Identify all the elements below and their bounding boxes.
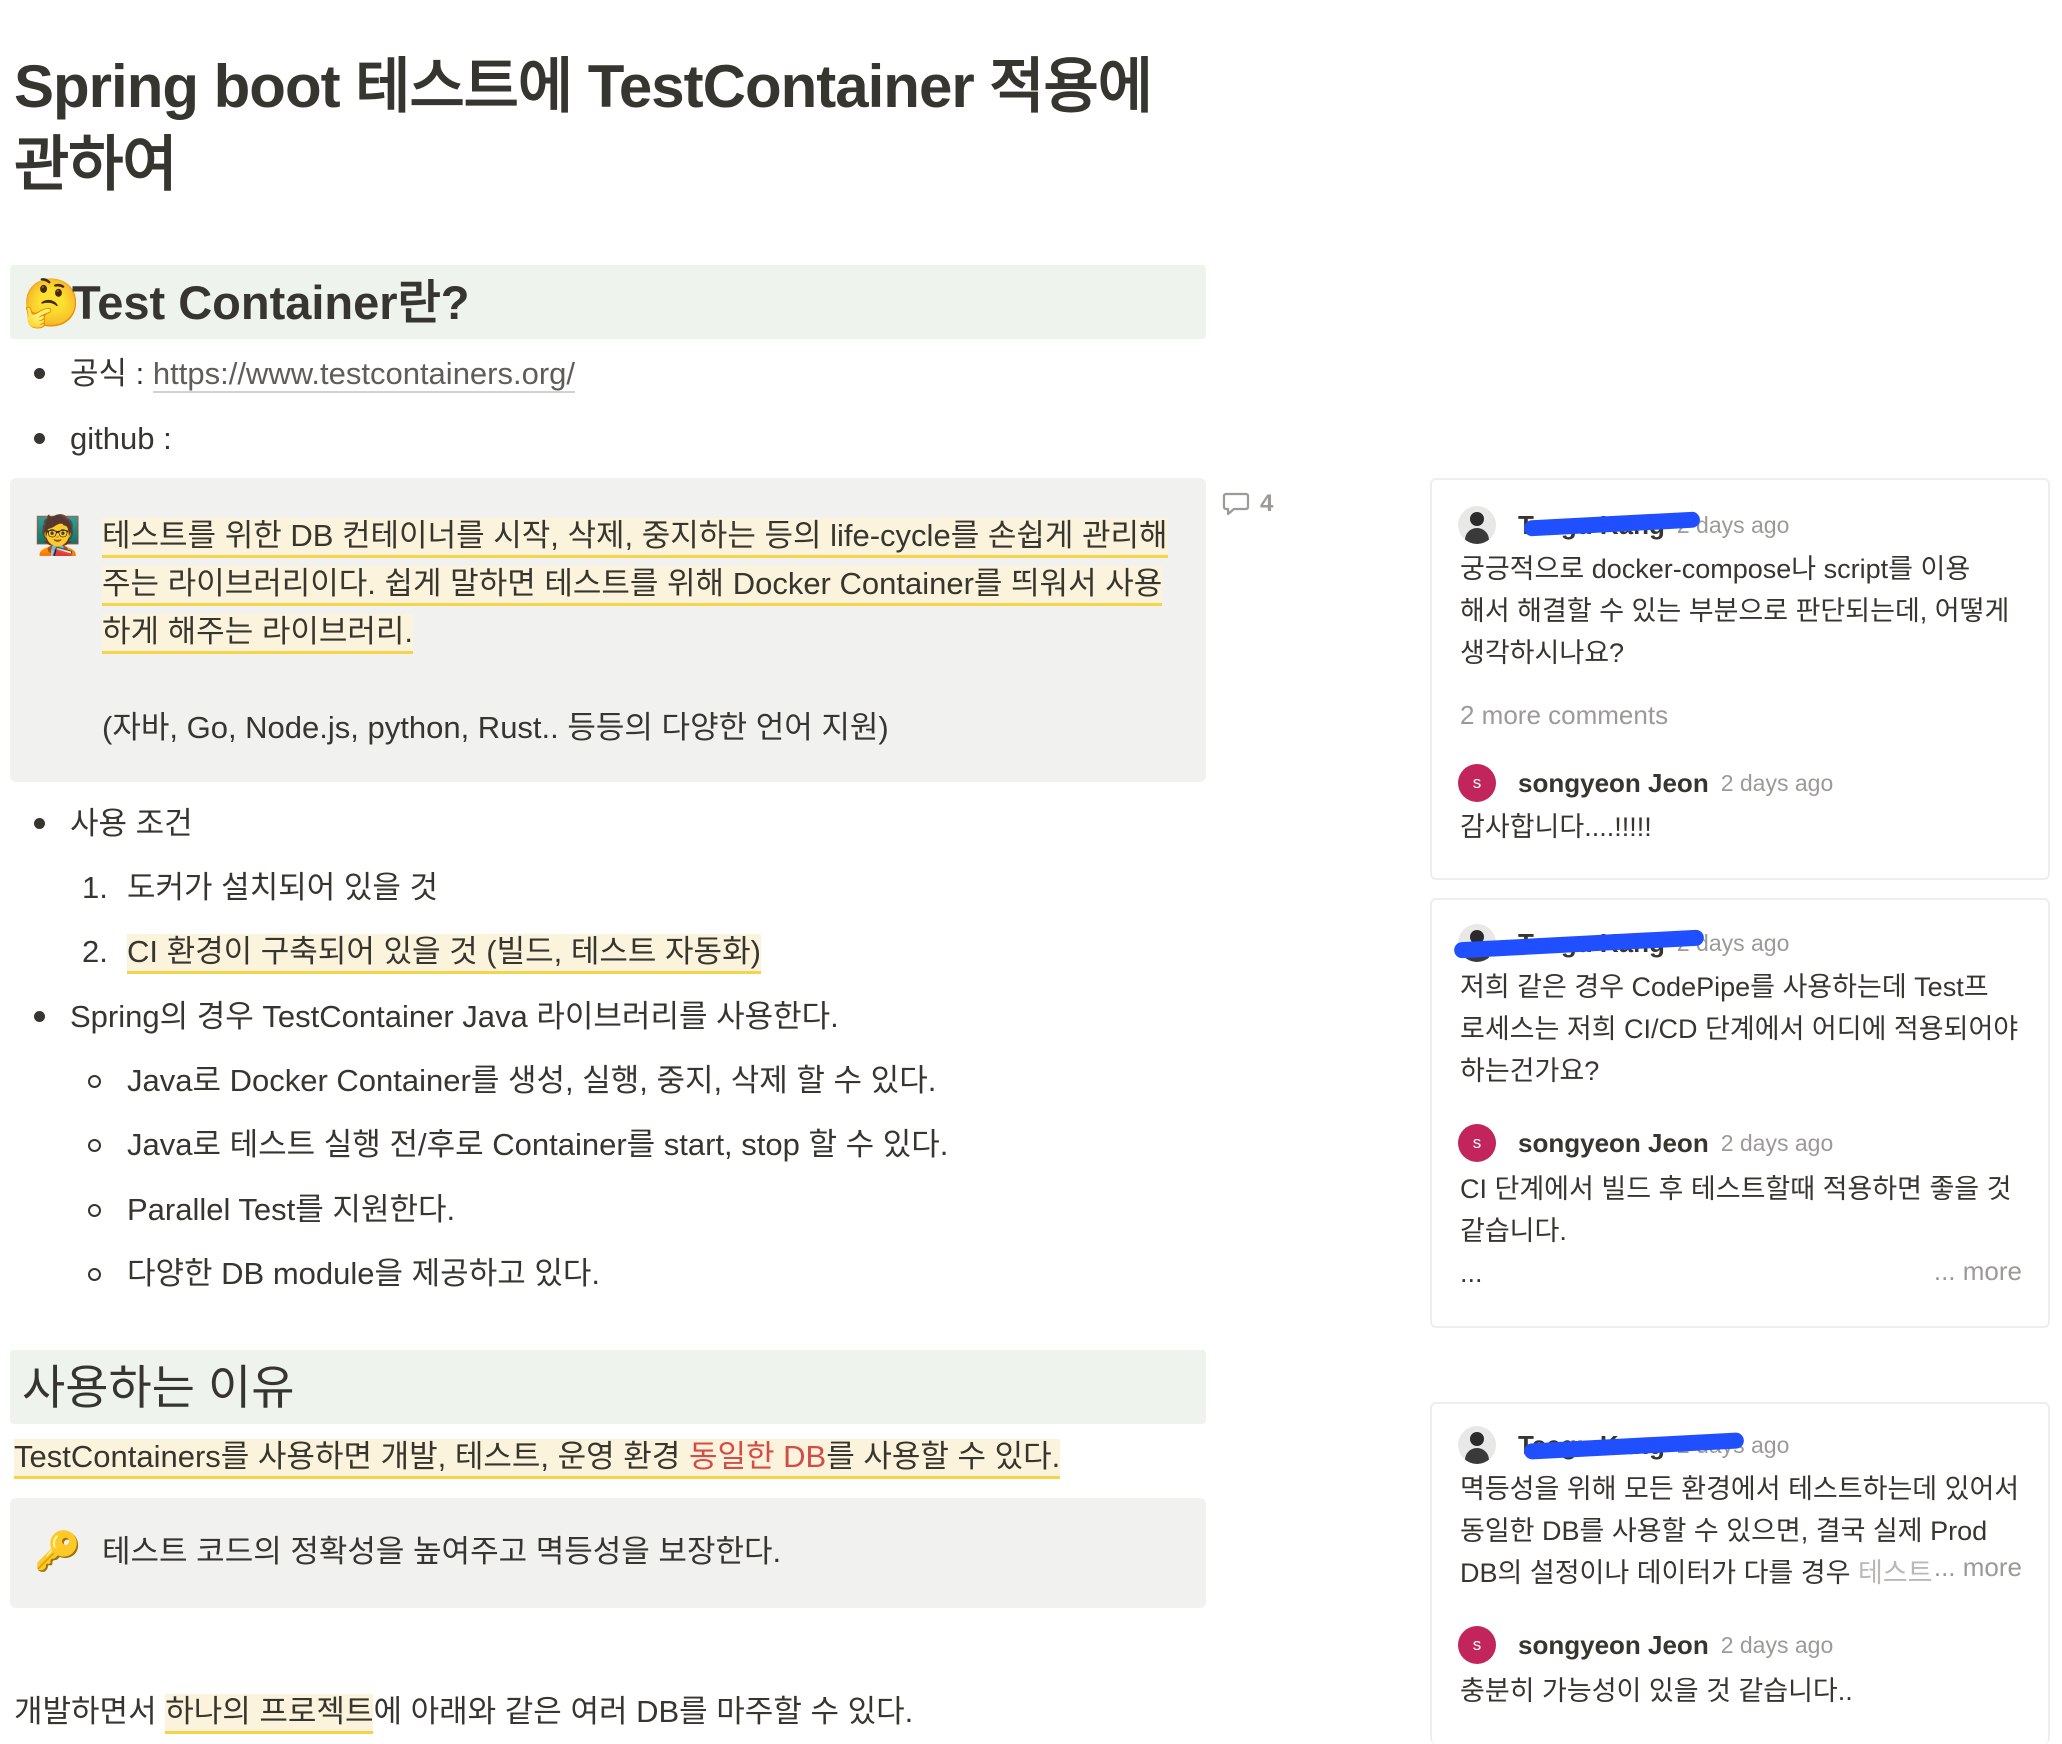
heading-text: Test Container란? xyxy=(72,276,470,329)
usage-label: 사용 조건 xyxy=(70,806,193,841)
official-label: 공식 : xyxy=(70,356,153,391)
avatar xyxy=(1458,506,1496,544)
comment-line: ... xyxy=(1460,1258,1483,1288)
spring-item: 다양한 DB module을 제공하고 있다. xyxy=(127,1256,601,1291)
comment-count-button[interactable]: 4 xyxy=(1222,490,1273,518)
sub-bullet-icon xyxy=(88,1075,101,1088)
usage-item: CI 환경이 구축되어 있을 것 (빌드, 테스트 자동화) xyxy=(127,932,761,974)
faded-text: 테스트 xyxy=(1857,1558,1933,1588)
highlight-text: CI 환경이 구축되어 있을 것 (빌드, 테스트 자동화) xyxy=(127,934,761,974)
callout-text: 테스트 코드의 정확성을 높여주고 멱등성을 보장한다. xyxy=(102,1534,782,1569)
comment-header: s songyeon Jeon 2 days ago xyxy=(1458,1626,1833,1664)
callout-line: (자바, Go, Node.js, python, Rust.. 등등의 다양한… xyxy=(102,710,889,745)
spring-item: Java로 Docker Container를 생성, 실행, 중지, 삭제 할… xyxy=(127,1063,937,1098)
reason-line: TestContainers를 사용하면 개발, 테스트, 운영 환경 동일한 … xyxy=(14,1437,1061,1479)
callout-test-container: 🧑‍🏫 테스트를 위한 DB 컨테이너를 시작, 삭제, 중지하는 등의 lif… xyxy=(10,478,1206,782)
bullet-icon xyxy=(34,818,45,829)
comment-line: 저희 같은 경우 CodePipe를 사용하는데 Test프 xyxy=(1460,972,1989,1002)
key-icon: 🔑 xyxy=(34,1531,82,1573)
reason-text: TestContainers를 사용하면 개발, 테스트, 운영 환경 xyxy=(14,1439,689,1474)
comment-body: 감사합니다....!!!!! xyxy=(1460,806,1652,848)
comment-line: CI 단계에서 빌드 후 테스트할때 적용하면 좋을 것 xyxy=(1460,1174,2012,1204)
list-number: 2. xyxy=(82,934,108,969)
comment-count: 4 xyxy=(1260,490,1274,517)
comment-time: 2 days ago xyxy=(1720,769,1834,796)
thinking-face-icon: 🤔 xyxy=(22,276,81,329)
comment-line: 궁긍적으로 docker-compose나 script를 이용 xyxy=(1460,554,1971,584)
bullet-icon xyxy=(34,433,45,444)
page-title: Spring boot 테스트에 TestContainer 적용에 관하여 xyxy=(14,53,1153,198)
github-bullet: github : xyxy=(70,421,172,456)
comment-author: songyeon Jeon xyxy=(1518,767,1709,798)
comment-line: 생각하시나요? xyxy=(1460,638,1625,668)
callout-line: 주는 라이브러리이다. 쉽게 말하면 테스트를 위해 Docker Contai… xyxy=(102,566,1163,606)
avatar: s xyxy=(1458,1124,1496,1162)
usage-item: 도커가 설치되어 있을 것 xyxy=(127,870,439,905)
spring-item: Java로 테스트 실행 전/후로 Container를 start, stop… xyxy=(127,1127,949,1162)
comment-line: 해서 해결할 수 있는 부분으로 판단되는데, 어떻게 xyxy=(1460,596,2010,626)
comment-author: songyeon Jeon xyxy=(1518,1629,1709,1660)
list-number: 1. xyxy=(82,870,108,905)
comment-line: 하는건가요? xyxy=(1460,1056,1600,1086)
comment-body: 궁긍적으로 docker-compose나 script를 이용 해서 해결할 … xyxy=(1460,548,2009,674)
bottom-line: 개발하면서 하나의 프로젝트에 아래와 같은 여러 DB를 마주할 수 있다. xyxy=(14,1692,914,1734)
avatar: s xyxy=(1458,1626,1496,1664)
spring-label: Spring의 경우 TestContainer Java 라이브러리를 사용한… xyxy=(70,999,839,1034)
callout-line: 테스트를 위한 DB 컨테이너를 시작, 삭제, 중지하는 등의 life-cy… xyxy=(102,518,1168,558)
comment-thread[interactable]: Taegu Kang 2 days ago 멱등성을 위해 모든 환경에서 테스… xyxy=(1430,1402,2050,1744)
official-link[interactable]: https://www.testcontainers.org/ xyxy=(152,356,576,393)
comment-body: 충분히 가능성이 있을 것 같습니다.. xyxy=(1460,1670,1853,1712)
comment-author: songyeon Jeon xyxy=(1518,1127,1709,1158)
bullet-icon xyxy=(34,368,45,379)
reason-text: 를 사용할 수 있다. xyxy=(826,1439,1061,1474)
bullet-icon xyxy=(34,1011,45,1022)
section-heading-test-container: 🤔Test Container란? xyxy=(10,265,1206,339)
comment-line: 멱등성을 위해 모든 환경에서 테스트하는데 있어서 xyxy=(1460,1474,2020,1504)
callout-idempotency: 🔑 테스트 코드의 정확성을 높여주고 멱등성을 보장한다. xyxy=(10,1498,1206,1608)
callout-line: 하게 해주는 라이브러리. xyxy=(102,614,414,654)
comment-thread[interactable]: Taegu Kang 2 days ago 저희 같은 경우 CodePipe를… xyxy=(1430,898,2050,1328)
comment-line: 감사합니다....!!!!! xyxy=(1460,812,1652,842)
callout-text: 테스트를 위한 DB 컨테이너를 시작, 삭제, 중지하는 등의 life-cy… xyxy=(102,512,1182,752)
heading-text: 사용하는 이유 xyxy=(22,1361,295,1414)
more-link[interactable]: ... more xyxy=(1934,1256,2022,1287)
spring-item: Parallel Test를 지원한다. xyxy=(127,1192,456,1227)
comment-header: s songyeon Jeon 2 days ago xyxy=(1458,1124,1833,1162)
more-link[interactable]: ... more xyxy=(1934,1552,2022,1583)
sub-bullet-icon xyxy=(88,1268,101,1281)
comment-line: 동일한 DB를 사용할 수 있으면, 결국 실제 Prod xyxy=(1460,1516,1988,1546)
comment-time: 2 days ago xyxy=(1720,1129,1834,1156)
comment-line: 같습니다. xyxy=(1460,1216,1567,1246)
comment-time: 2 days ago xyxy=(1720,1631,1834,1658)
teacher-icon: 🧑‍🏫 xyxy=(34,515,82,557)
comment-body: 저희 같은 경우 CodePipe를 사용하는데 Test프 로세스는 저희 C… xyxy=(1460,966,2018,1092)
official-bullet: 공식 : https://www.testcontainers.org/ xyxy=(70,354,576,394)
section-heading-reason: 사용하는 이유 xyxy=(10,1350,1206,1424)
bottom-text: 에 아래와 같은 여러 DB를 마주할 수 있다. xyxy=(373,1694,914,1729)
comment-thread[interactable]: Taegu Kang 2 days ago 궁긍적으로 docker-compo… xyxy=(1430,478,2050,880)
red-text: 동일한 DB xyxy=(688,1439,827,1474)
more-comments-link[interactable]: 2 more comments xyxy=(1460,700,1668,731)
bottom-text: 개발하면서 xyxy=(14,1694,166,1729)
highlight-text: 하나의 프로젝트 xyxy=(165,1694,374,1734)
sub-bullet-icon xyxy=(88,1139,101,1152)
notion-page: Spring boot 테스트에 TestContainer 적용에 관하여 🤔… xyxy=(0,0,2062,1744)
comment-line: 충분히 가능성이 있을 것 같습니다.. xyxy=(1460,1676,1853,1706)
comment-body: CI 단계에서 빌드 후 테스트할때 적용하면 좋을 것 같습니다. ... xyxy=(1460,1168,2011,1294)
highlight-text: TestContainers를 사용하면 개발, 테스트, 운영 환경 동일한 … xyxy=(14,1439,1061,1479)
avatar xyxy=(1458,1426,1496,1464)
comment-line: 로세스는 저희 CI/CD 단계에서 어디에 적용되어야 xyxy=(1460,1014,2019,1044)
comment-header: s songyeon Jeon 2 days ago xyxy=(1458,764,1833,802)
comment-icon xyxy=(1222,492,1250,516)
comment-line-text: DB의 설정이나 데이터가 다를 경우 xyxy=(1460,1558,1858,1588)
avatar: s xyxy=(1458,764,1496,802)
sub-bullet-icon xyxy=(88,1204,101,1217)
